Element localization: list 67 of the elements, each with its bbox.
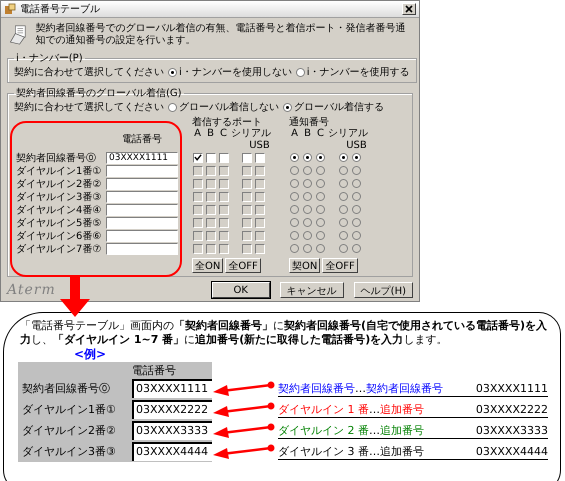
column-label: A <box>291 128 298 138</box>
annotation-name: ダイヤルイン 2 番 <box>278 422 369 438</box>
small-button[interactable]: 全ON <box>192 258 224 273</box>
small-button[interactable]: 全OFF <box>322 258 358 273</box>
phone-number-field: 03XXXX4444 <box>132 442 212 461</box>
annotation-role: 追加番号 <box>380 444 424 458</box>
radio-label[interactable]: グローバル着信する <box>294 100 384 114</box>
phone-number-field[interactable]: 03XXXX1111 <box>106 152 178 164</box>
annotation-number: 03XXXX2222 <box>474 402 548 416</box>
column-label: シリアル <box>328 127 368 140</box>
annotation-separator: … <box>369 402 380 416</box>
group-label: i・ナンバー(P) <box>15 52 84 65</box>
column-header: 電話番号 <box>122 132 162 146</box>
annotation-separator: … <box>369 424 380 436</box>
instruction-text: 「電話番号テーブル」画面内の「契約者回線番号」に契約者回線番号(自宅で使用されている電話番号)を入力し、「ダイヤルイン 1~7 番」に追加番号(新たに取得した電話番号)を入力します。 <box>20 319 548 347</box>
column-label: シリアル <box>231 127 271 140</box>
column-header: 電話番号 <box>132 362 177 378</box>
row-label: ダイヤルイン1番① <box>16 164 102 178</box>
annotation-role: 契約者回線番号 <box>366 380 443 396</box>
dialog-button[interactable]: キャンセル <box>280 282 344 298</box>
column-label: USB <box>346 140 367 150</box>
phone-number-field: 03XXXX3333 <box>132 421 212 440</box>
row-label: ダイヤルイン1番① <box>21 402 117 417</box>
dialog-button[interactable]: ヘルプ(H) <box>354 282 413 298</box>
radio-label[interactable]: i・ナンバーを使用しない <box>179 65 292 79</box>
annotation-name: ダイヤルイン 1 番 <box>278 402 369 416</box>
column-label: C <box>220 128 227 138</box>
annotation-role: 追加番号 <box>380 402 424 416</box>
row-label: ダイヤルイン3番③ <box>16 190 102 204</box>
annotation-number: 03XXXX1111 <box>474 382 548 394</box>
prompt-text: 契約に合わせて選択してください <box>14 100 164 114</box>
phone-number-field: 03XXXX1111 <box>132 379 212 398</box>
column-label: B <box>304 128 311 138</box>
annotation-separator: … <box>369 444 380 458</box>
annotation-separator: … <box>355 382 366 394</box>
dialog-button[interactable]: OK <box>212 282 270 298</box>
annotation-number: 03XXXX4444 <box>474 444 548 458</box>
row-label: 契約者回線番号⓪ <box>21 381 111 396</box>
row-label: ダイヤルイン2番② <box>16 178 102 190</box>
column-label: USB <box>249 140 270 150</box>
annotation-number: 03XXXX3333 <box>474 424 548 436</box>
brand-logo: Aterm <box>7 282 56 298</box>
radio-label[interactable]: グローバル着信しない <box>179 100 279 114</box>
row-label: ダイヤルイン4番④ <box>16 204 102 216</box>
row-label: ダイヤルイン6番⑥ <box>16 230 102 242</box>
window-title: 電話番号テーブル <box>20 2 101 16</box>
row-label: ダイヤルイン3番③ <box>21 444 117 459</box>
row-label: 契約者回線番号⓪ <box>16 152 97 164</box>
example-title: <例> <box>74 347 108 362</box>
radio-label[interactable]: i・ナンバーを使用する <box>306 65 410 79</box>
phone-number-field: 03XXXX2222 <box>132 400 212 419</box>
annotation-name: ダイヤルイン 3 番 <box>278 444 369 458</box>
annotation-role: 追加番号 <box>380 422 424 438</box>
annotation-name: 契約者回線番号 <box>278 380 355 396</box>
prompt-text: 契約に合わせて選択してください <box>14 66 164 79</box>
row-label: ダイヤルイン5番⑤ <box>16 216 102 230</box>
column-label: C <box>317 128 324 138</box>
column-label: B <box>207 128 214 138</box>
row-label: ダイヤルイン2番② <box>21 423 117 438</box>
description-text: 契約者回線番号でのグローバル着信の有無、電話番号と着信ポート・発信者番号通知での通知番号の設定を行います。 <box>35 23 406 47</box>
group-label: 契約者回線番号のグローバル着信(G) <box>15 86 183 100</box>
small-button[interactable]: 契ON <box>289 258 320 273</box>
small-button[interactable]: 全OFF <box>225 258 261 273</box>
column-header: 着信するポート <box>192 116 263 127</box>
column-label: A <box>194 128 201 138</box>
row-label: ダイヤルイン7番⑦ <box>16 242 102 256</box>
column-header: 通知番号 <box>289 116 330 127</box>
